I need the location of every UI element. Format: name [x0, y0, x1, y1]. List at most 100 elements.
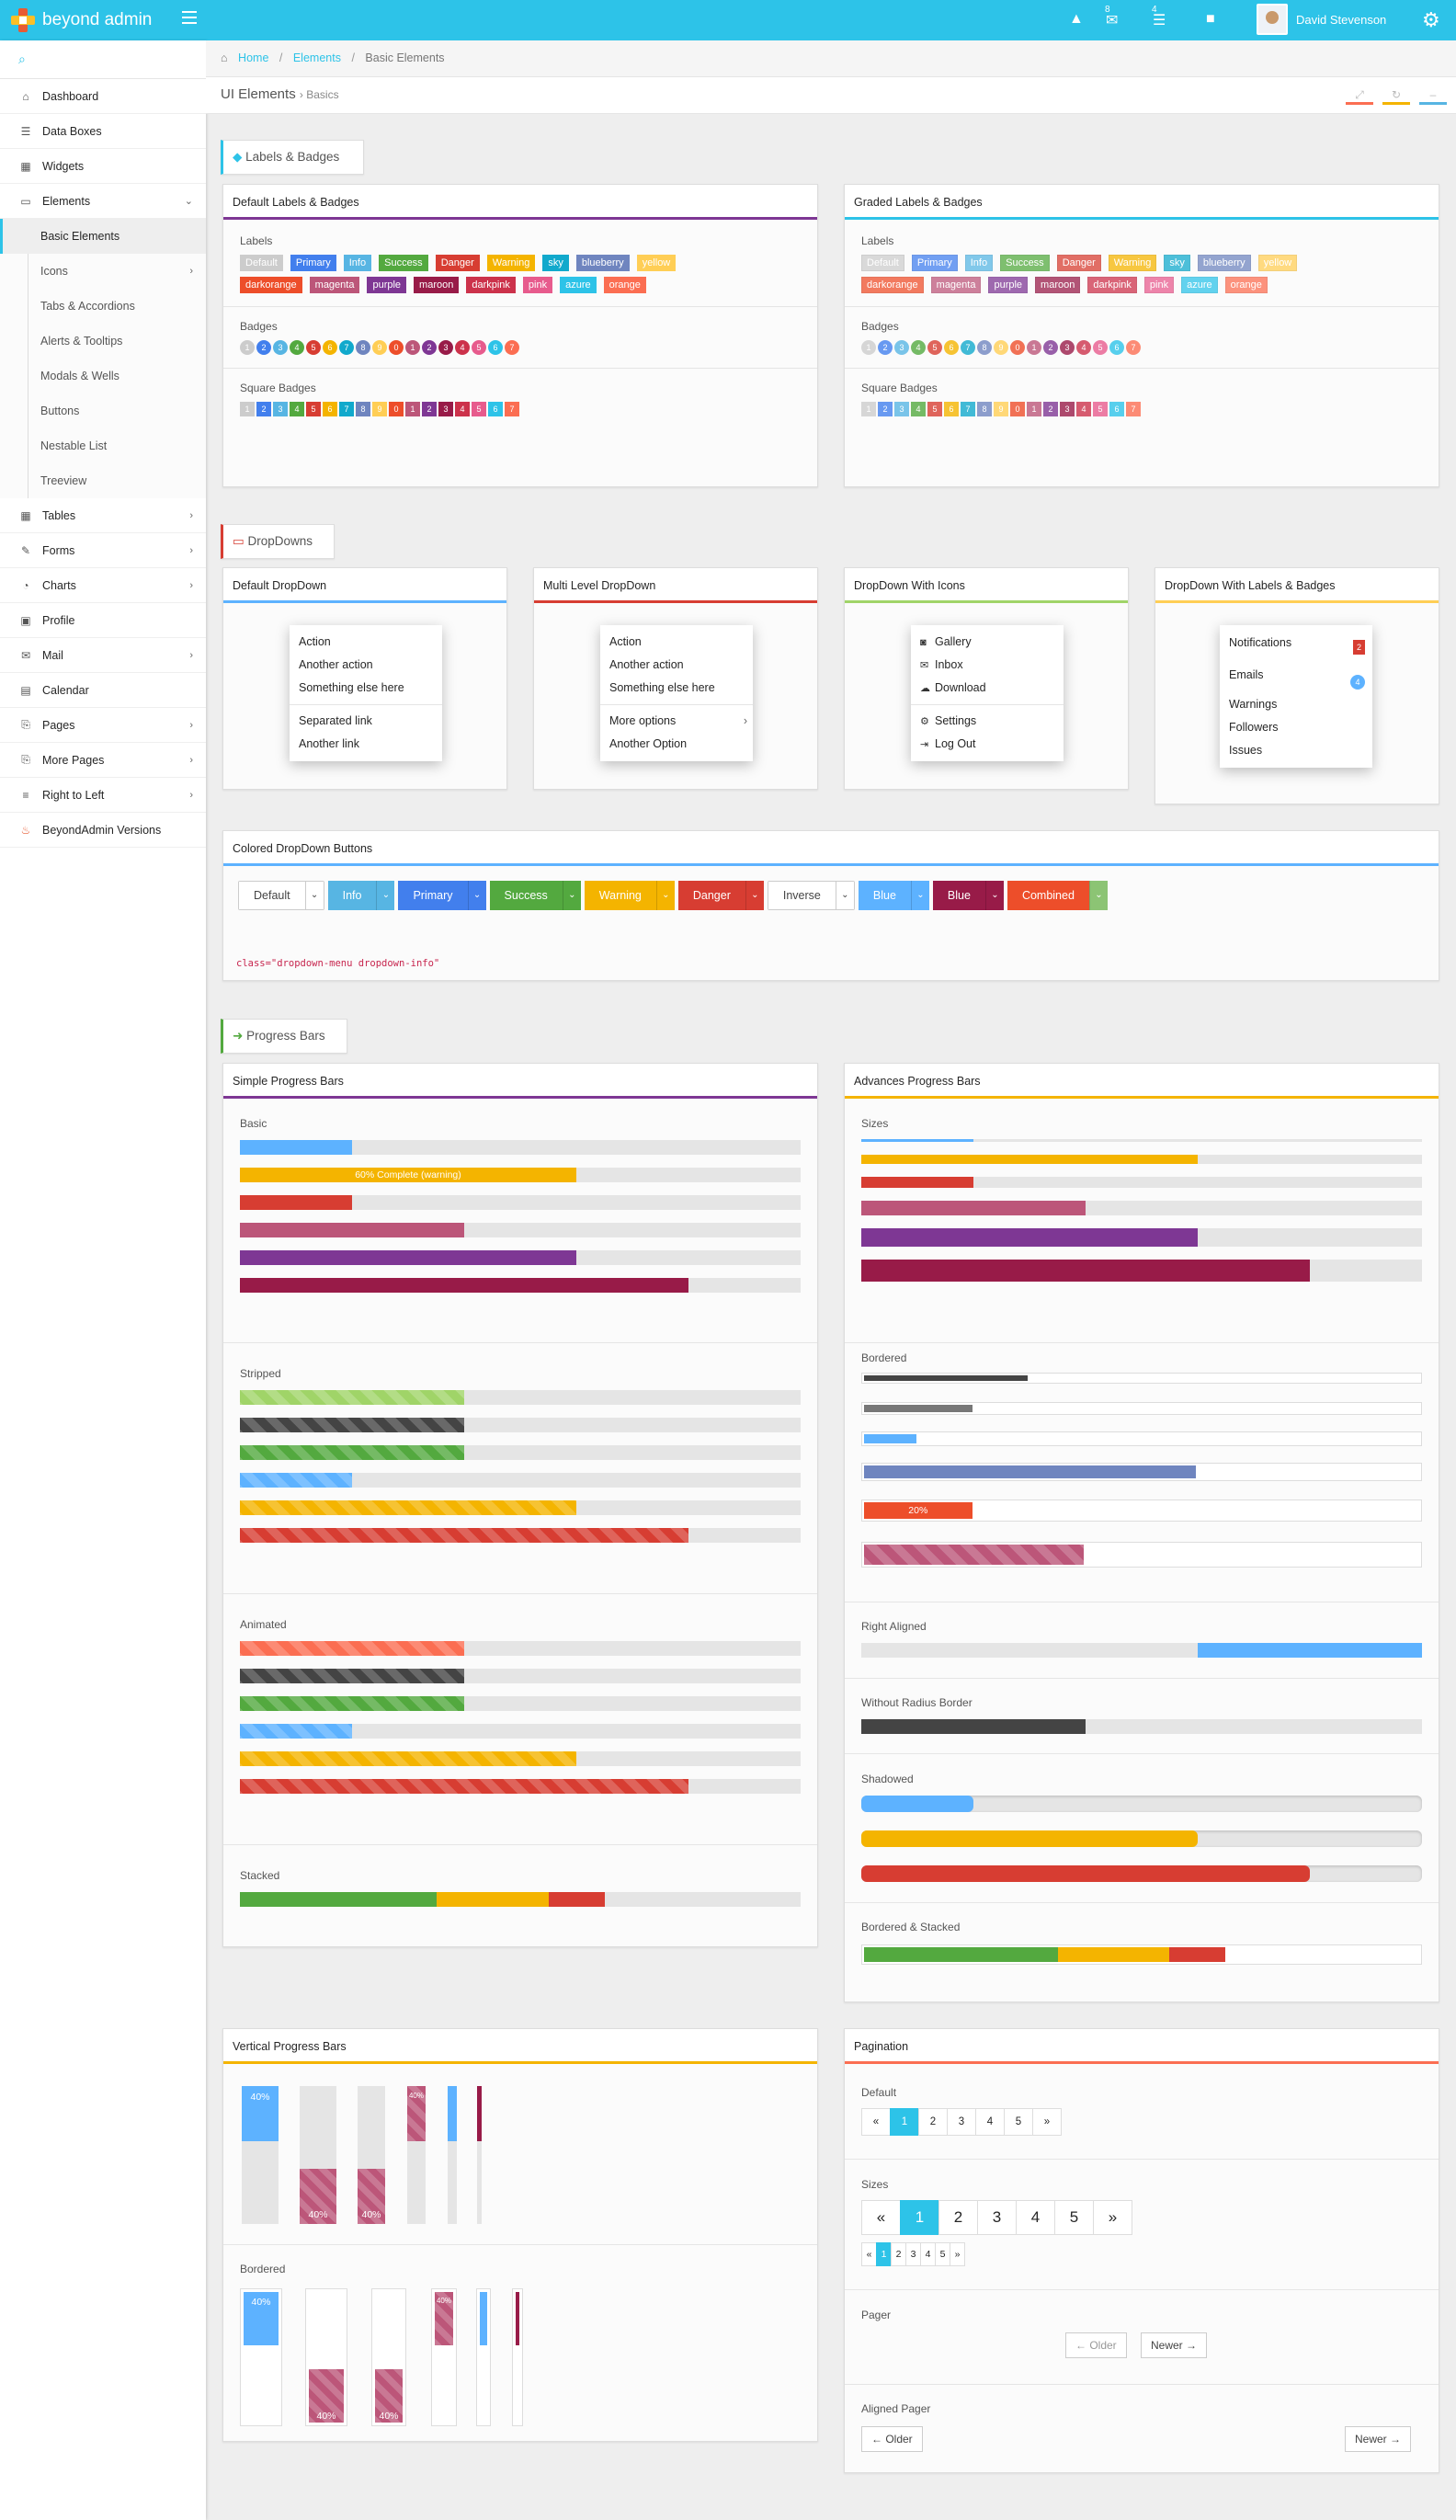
button-label[interactable]: Success — [489, 881, 563, 910]
sidebar-item-tables[interactable]: ▦ Tables › — [0, 498, 206, 533]
caret-down-icon[interactable]: ⌄ — [835, 882, 854, 909]
older-button[interactable]: ← Older — [1065, 2332, 1127, 2358]
pagination-prev[interactable]: « — [861, 2108, 891, 2136]
sidebar-item-charts[interactable]: ◔ Charts › — [0, 568, 206, 603]
button-label[interactable]: Default — [239, 882, 305, 909]
pagination-page-3[interactable]: 3 — [977, 2200, 1017, 2235]
menu-item-inbox[interactable]: ✉ Inbox — [911, 654, 1064, 677]
sidebar-subitem-buttons[interactable]: Buttons — [0, 393, 206, 428]
menu-item-issues[interactable]: Issues — [1220, 739, 1372, 762]
pagination-page-4[interactable]: 4 — [920, 2242, 936, 2266]
caret-down-icon[interactable]: ⌄ — [984, 881, 1004, 910]
sidebar-item-calendar[interactable]: ▤ Calendar — [0, 673, 206, 708]
button-label[interactable]: Combined — [1007, 881, 1089, 910]
dropdown-button-warning-4[interactable]: Warning ⌄ — [584, 881, 675, 910]
breadcrumb-elements[interactable]: Elements — [293, 51, 341, 64]
home-icon[interactable]: ⌂ — [221, 51, 228, 64]
menu-item-more-options[interactable]: More options › — [600, 710, 753, 733]
button-label[interactable]: Blue — [858, 881, 911, 910]
caret-down-icon[interactable]: ⌄ — [745, 881, 764, 910]
button-label[interactable]: Info — [327, 881, 377, 910]
menu-item-another-option[interactable]: Another Option — [600, 733, 753, 756]
sidebar-subitem-modals-wells[interactable]: Modals & Wells — [0, 359, 206, 393]
menu-item-another-action[interactable]: Another action — [290, 654, 442, 677]
gear-icon[interactable]: ⚙ — [1422, 8, 1440, 32]
pagination-page-3[interactable]: 3 — [947, 2108, 976, 2136]
collapse-icon[interactable]: ‒ — [1419, 88, 1447, 105]
menu-item-log-out[interactable]: ⇥ Log Out — [911, 733, 1064, 756]
caret-down-icon[interactable]: ⌄ — [1088, 881, 1108, 910]
dropdown-button-info-1[interactable]: Info ⌄ — [327, 881, 395, 910]
sidebar-item-widgets[interactable]: ▦ Widgets — [0, 149, 206, 184]
dropdown-button-default-0[interactable]: Default ⌄ — [238, 881, 324, 910]
chat-icon[interactable]: ■ — [1206, 11, 1215, 28]
newer-button[interactable]: Newer → — [1141, 2332, 1208, 2358]
dropdown-button-inverse-6[interactable]: Inverse ⌄ — [767, 881, 855, 910]
dropdown-button-combined-9[interactable]: Combined ⌄ — [1007, 881, 1108, 910]
refresh-icon[interactable]: ↻ — [1382, 88, 1410, 105]
dropdown-button-blue-7[interactable]: Blue ⌄ — [858, 881, 929, 910]
pagination-page-2[interactable]: 2 — [891, 2242, 906, 2266]
sidebar-subitem-basic-elements[interactable]: Basic Elements — [0, 219, 206, 254]
menu-item-emails[interactable]: Emails — [1220, 656, 1372, 693]
pagination-next[interactable]: » — [1093, 2200, 1132, 2235]
pagination-page-1[interactable]: 1 — [890, 2108, 919, 2136]
pagination-page-2[interactable]: 2 — [938, 2200, 978, 2235]
menu-item-another-link[interactable]: Another link — [290, 733, 442, 756]
button-label[interactable]: Danger — [677, 881, 745, 910]
pagination-page-4[interactable]: 4 — [975, 2108, 1005, 2136]
button-label[interactable]: Warning — [584, 881, 656, 910]
dropdown-button-danger-5[interactable]: Danger ⌄ — [677, 881, 764, 910]
sidebar-item-mail[interactable]: ✉ Mail › — [0, 638, 206, 673]
pagination-next[interactable]: » — [950, 2242, 965, 2266]
caret-down-icon[interactable]: ⌄ — [304, 882, 324, 909]
caret-down-icon[interactable]: ⌄ — [467, 881, 486, 910]
sidebar-item-elements[interactable]: ▭ Elements ⌄ — [0, 184, 206, 219]
sidebar-item-dashboard[interactable]: ⌂ Dashboard — [0, 79, 206, 114]
sidebar-subitem-treeview[interactable]: Treeview — [0, 463, 206, 498]
menu-item-another-action[interactable]: Another action — [600, 654, 753, 677]
fullscreen-icon[interactable]: ⤢ — [1346, 88, 1373, 105]
pagination-page-5[interactable]: 5 — [1004, 2108, 1033, 2136]
menu-item-action[interactable]: Action — [600, 631, 753, 654]
sidebar-search[interactable]: ⌕ — [0, 40, 206, 79]
sidebar-subitem-alerts-tooltips[interactable]: Alerts & Tooltips — [0, 324, 206, 359]
sidebar-subitem-tabs-accordions[interactable]: Tabs & Accordions — [0, 289, 206, 324]
sidebar-item-pages[interactable]: ⎘ Pages › — [0, 708, 206, 743]
caret-down-icon[interactable]: ⌄ — [376, 881, 395, 910]
menu-item-download[interactable]: ☁ Download — [911, 677, 1064, 700]
sidebar-item-beyondadmin-versions[interactable]: ♨ BeyondAdmin Versions — [0, 813, 206, 848]
menu-item-notifications[interactable]: Notifications — [1220, 631, 1372, 656]
menu-item-separated-link[interactable]: Separated link — [290, 710, 442, 733]
menu-item-gallery[interactable]: ◙ Gallery — [911, 631, 1064, 654]
button-label[interactable]: Primary — [398, 881, 468, 910]
dropdown-button-blue-8[interactable]: Blue ⌄ — [932, 881, 1004, 910]
menu-item-settings[interactable]: ⚙ Settings — [911, 710, 1064, 733]
caret-down-icon[interactable]: ⌄ — [562, 881, 581, 910]
menu-item-something-else[interactable]: Something else here — [600, 677, 753, 700]
dropdown-button-primary-2[interactable]: Primary ⌄ — [398, 881, 486, 910]
sidebar-item-more-pages[interactable]: ⎘ More Pages › — [0, 743, 206, 778]
aligned-newer-button[interactable]: Newer → — [1345, 2426, 1412, 2452]
search-icon[interactable]: ⌕ — [18, 51, 26, 66]
pagination-page-2[interactable]: 2 — [918, 2108, 948, 2136]
pagination-page-5[interactable]: 5 — [935, 2242, 950, 2266]
sidebar-item-forms[interactable]: ✎ Forms › — [0, 533, 206, 568]
pagination-page-1[interactable]: 1 — [876, 2242, 892, 2266]
menu-item-something-else[interactable]: Something else here — [290, 677, 442, 700]
menu-item-warnings[interactable]: Warnings — [1220, 693, 1372, 716]
pagination-prev[interactable]: « — [861, 2200, 901, 2235]
sidebar-item-profile[interactable]: ▣ Profile — [0, 603, 206, 638]
sidebar-subitem-nestable-list[interactable]: Nestable List — [0, 428, 206, 463]
user-name[interactable]: David Stevenson — [1296, 13, 1386, 27]
sidebar-subitem-icons[interactable]: Icons › — [0, 254, 206, 289]
dropdown-button-success-3[interactable]: Success ⌄ — [489, 881, 581, 910]
button-label[interactable]: Inverse — [768, 882, 836, 909]
menu-item-action[interactable]: Action — [290, 631, 442, 654]
pagination-next[interactable]: » — [1032, 2108, 1062, 2136]
pagination-page-3[interactable]: 3 — [905, 2242, 921, 2266]
pagination-prev[interactable]: « — [861, 2242, 877, 2266]
caret-down-icon[interactable]: ⌄ — [655, 881, 675, 910]
button-label[interactable]: Blue — [932, 881, 985, 910]
avatar[interactable] — [1257, 4, 1288, 35]
